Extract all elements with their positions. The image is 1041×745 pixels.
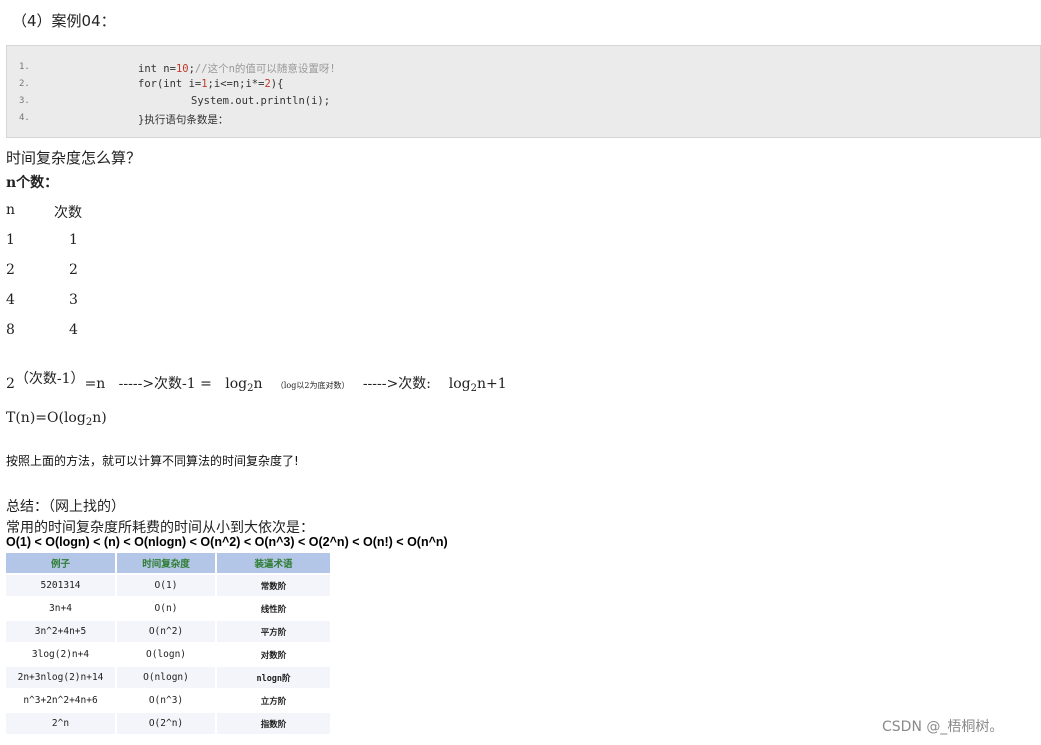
question-text: 时间复杂度怎么算？ xyxy=(6,149,142,167)
example-cell: 3log(2)n+4 xyxy=(6,644,117,665)
table-row: 5201314 O(1) 常数阶 xyxy=(6,575,332,596)
count-cell: 2 xyxy=(6,262,15,278)
table-header-cell: 例子 xyxy=(6,553,117,573)
n-count-label: n个数： xyxy=(6,175,59,191)
term-cell: 立方阶 xyxy=(217,690,332,711)
count-cell: 8 xyxy=(6,322,15,338)
example-cell: 2n+3nlog(2)n+14 xyxy=(6,667,117,688)
formula-line: 2（次数-1）=n ----->次数-1 = log2n （log以2为底对数）… xyxy=(6,371,507,394)
table-header-cell: 装逼术语 xyxy=(217,553,332,573)
code-block: 1. int n=10;//这个n的值可以随意设置呀! 2. for(int i… xyxy=(6,45,1041,138)
formula-log-b-base: 2 xyxy=(470,383,477,394)
code-line-2: 2. for(int i=1;i<=n;i*=2){ xyxy=(7,77,1040,94)
csdn-watermark: CSDN @_梧桐树。 xyxy=(882,719,1004,735)
example-cell: 3n+4 xyxy=(6,598,117,619)
tn-suffix: n) xyxy=(92,410,107,426)
code-text: for(int i=1;i<=n;i*=2){ xyxy=(138,78,284,90)
table-header-row: 例子 时间复杂度 装逼术语 xyxy=(6,553,332,573)
code-text: }执行语句条数是： xyxy=(138,114,229,126)
line-number: 2. xyxy=(19,79,30,89)
count-cell: 4 xyxy=(6,292,15,308)
count-cell: 1 xyxy=(6,232,15,248)
term-cell: 常数阶 xyxy=(217,575,332,596)
code-text: int n=10;//这个n的值可以随意设置呀! xyxy=(138,63,336,75)
formula-arrow-2: ----->次数: xyxy=(362,376,431,392)
complexity-cell: O(n^2) xyxy=(117,621,217,642)
complexity-table: 例子 时间复杂度 装逼术语 5201314 O(1) 常数阶 3n+4 O(n)… xyxy=(6,551,332,736)
count-cell: 2 xyxy=(69,262,78,278)
table-row: 2^n O(2^n) 指数阶 xyxy=(6,713,332,734)
complexity-cell: O(1) xyxy=(117,575,217,596)
term-cell: 平方阶 xyxy=(217,621,332,642)
line-number: 1. xyxy=(19,62,30,72)
term-cell: nlogn阶 xyxy=(217,667,332,688)
code-line-1: 1. int n=10;//这个n的值可以随意设置呀! xyxy=(7,60,1040,77)
complexity-cell: O(n^3) xyxy=(117,690,217,711)
complexity-cell: O(2^n) xyxy=(117,713,217,734)
table-row: 3n^2+4n+5 O(n^2) 平方阶 xyxy=(6,621,332,642)
table-header-cell: 时间复杂度 xyxy=(117,553,217,573)
formula-log-a: log xyxy=(225,376,248,392)
term-cell: 对数阶 xyxy=(217,644,332,665)
complexity-cell: O(nlogn) xyxy=(117,667,217,688)
example-cell: n^3+2n^2+4n+6 xyxy=(6,690,117,711)
formula-log-b: log xyxy=(448,376,471,392)
tn-formula: T(n)=O(log2n) xyxy=(6,410,107,428)
formula-log-a-base: 2 xyxy=(247,383,254,394)
summary-label: 总结：（网上找的） xyxy=(6,499,125,515)
method-note: 按照上面的方法，就可以计算不同算法的时间复杂度了! xyxy=(6,454,299,468)
formula-log-a-arg: n xyxy=(253,376,263,392)
section-heading: （4）案例04： xyxy=(12,12,116,30)
complexity-cell: O(n) xyxy=(117,598,217,619)
formula-exponent: （次数-1） xyxy=(14,371,85,387)
example-cell: 3n^2+4n+5 xyxy=(6,621,117,642)
formula-log-b-arg: n+1 xyxy=(477,376,507,392)
count-cell: 1 xyxy=(69,232,78,248)
count-header-n: n xyxy=(6,202,16,218)
formula-note: （log以2为底对数） xyxy=(275,381,350,390)
complexity-order: O(1) < O(logn) < (n) < O(nlogn) < O(n^2)… xyxy=(6,535,448,549)
code-line-3: 3. System.out.println(i); xyxy=(7,94,1040,111)
count-header-times: 次数 xyxy=(54,205,82,221)
term-cell: 指数阶 xyxy=(217,713,332,734)
term-cell: 线性阶 xyxy=(217,598,332,619)
count-cell: 3 xyxy=(69,292,78,308)
code-text: System.out.println(i); xyxy=(191,95,331,107)
code-line-4: 4. }执行语句条数是： xyxy=(7,111,1040,128)
table-row: n^3+2n^2+4n+6 O(n^3) 立方阶 xyxy=(6,690,332,711)
tn-prefix: T(n)=O(log xyxy=(6,410,86,426)
complexity-cell: O(logn) xyxy=(117,644,217,665)
count-cell: 4 xyxy=(69,322,78,338)
formula-base: 2 xyxy=(6,376,15,392)
formula-arrow-1: ----->次数-1 = xyxy=(118,376,212,392)
summary-description: 常用的时间复杂度所耗费的时间从小到大依次是： xyxy=(6,520,314,536)
line-number: 4. xyxy=(19,113,30,123)
tn-base: 2 xyxy=(85,417,93,428)
example-cell: 2^n xyxy=(6,713,117,734)
line-number: 3. xyxy=(19,96,30,106)
example-cell: 5201314 xyxy=(6,575,117,596)
table-row: 3log(2)n+4 O(logn) 对数阶 xyxy=(6,644,332,665)
formula-eq-n: =n xyxy=(84,376,106,392)
table-row: 2n+3nlog(2)n+14 O(nlogn) nlogn阶 xyxy=(6,667,332,688)
table-row: 3n+4 O(n) 线性阶 xyxy=(6,598,332,619)
